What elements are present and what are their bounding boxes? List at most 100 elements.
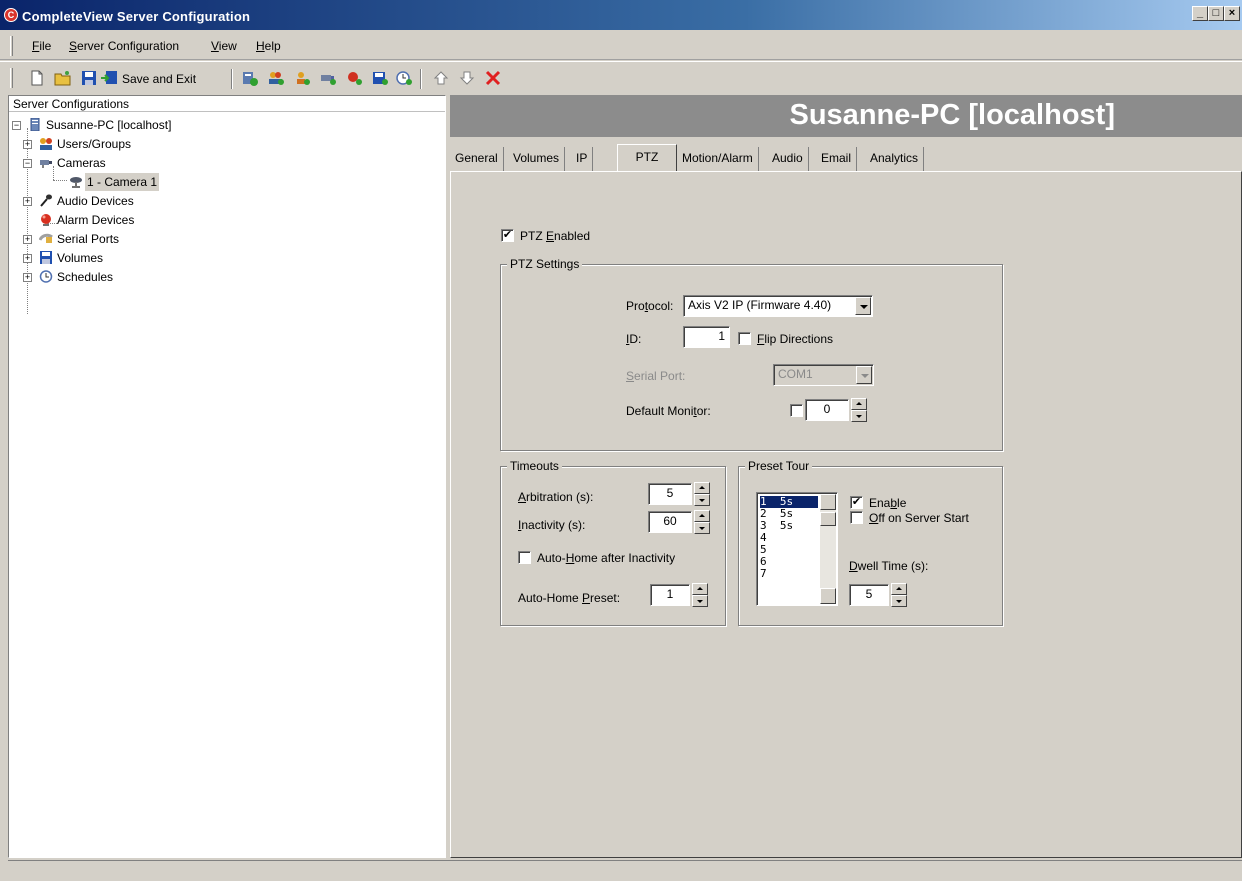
add-server-icon[interactable] [241,70,259,86]
arbitration-label: Arbitration (s): [518,490,594,504]
tree-node-audio-devices[interactable]: Audio Devices [57,192,134,210]
menu-server-configuration[interactable]: Server Configuration [69,39,179,53]
auto-home-checkbox[interactable] [518,551,531,564]
close-button[interactable]: × [1224,6,1240,21]
tab-ptz[interactable]: PTZ [617,144,677,172]
spin-down-icon[interactable] [891,595,907,607]
dwell-time-spinner[interactable] [891,583,907,607]
flip-directions-checkbox[interactable] [738,332,751,345]
scroll-thumb[interactable] [820,512,836,526]
tree-node-alarm-devices[interactable]: Alarm Devices [57,211,134,229]
id-input[interactable]: 1 [683,326,730,348]
toolbar-separator-2 [420,69,422,89]
toolbar-separator [231,69,233,89]
ptz-enabled-checkbox[interactable]: ✔ [501,229,514,242]
tree-node-server[interactable]: Susanne-PC [localhost] [46,116,171,134]
inactivity-input[interactable]: 60 [648,511,692,533]
move-down-icon[interactable] [458,70,476,86]
protocol-select[interactable]: Axis V2 IP (Firmware 4.40) [683,295,873,317]
default-monitor-checkbox[interactable] [790,404,803,417]
dwell-time-label: Dwell Time (s): [849,559,929,573]
add-alarm-icon[interactable] [345,70,363,86]
add-camera-icon[interactable] [319,70,337,86]
tab-analytics[interactable]: Analytics [865,147,925,171]
ptz-settings-title: PTZ Settings [507,257,583,271]
toolbar: Save and Exit [0,61,1242,93]
expand-cameras-toggle[interactable]: − [23,159,32,168]
tab-motion-alarm[interactable]: Motion/Alarm [677,147,759,171]
serial-port-label: Serial Port: [626,369,686,383]
save-icon[interactable] [80,70,98,86]
list-item[interactable]: 7 [760,568,767,580]
spin-up-icon[interactable] [891,583,907,595]
tree-node-schedules[interactable]: Schedules [57,268,113,286]
spin-up-icon[interactable] [851,398,867,410]
auto-home-preset-input[interactable]: 1 [650,584,690,606]
server-header-banner: Susanne-PC [localhost] [450,95,1242,137]
expand-root-toggle[interactable]: − [12,121,21,130]
server-tree-panel: Server Configurations − Susanne-PC [loca… [8,95,446,858]
serial-port-icon [39,233,53,243]
schedules-icon [39,270,53,283]
add-schedule-icon[interactable] [395,70,413,86]
save-and-exit-button[interactable]: Save and Exit [122,72,196,86]
minimize-button[interactable]: _ [1192,6,1208,21]
menu-file[interactable]: File [32,39,51,53]
expand-volumes-toggle[interactable]: + [23,254,32,263]
spin-down-icon[interactable] [851,410,867,422]
move-up-icon[interactable] [432,70,450,86]
save-and-exit-icon[interactable] [100,70,118,86]
tree-node-cameras[interactable]: Cameras [57,154,106,172]
chevron-down-icon[interactable] [855,297,871,315]
spin-down-icon[interactable] [694,522,710,534]
default-monitor-input[interactable]: 0 [805,399,849,421]
new-icon[interactable] [28,70,46,86]
status-bar [8,860,1242,881]
add-user-icon[interactable] [293,70,311,86]
expand-serial-toggle[interactable]: + [23,235,32,244]
off-on-server-start-checkbox[interactable] [850,511,863,524]
tab-email[interactable]: Email [816,147,858,171]
menu-help[interactable]: Help [256,39,281,53]
spin-down-icon[interactable] [692,595,708,607]
tree-node-users-groups[interactable]: Users/Groups [57,135,131,153]
tab-volumes[interactable]: Volumes [508,147,566,171]
default-monitor-label: Default Monitor: [626,404,711,418]
tree-node-serial-ports[interactable]: Serial Ports [57,230,119,248]
spin-up-icon[interactable] [694,482,710,494]
arbitration-spinner[interactable] [694,482,710,506]
tab-general[interactable]: General [450,147,504,171]
add-volume-icon[interactable] [371,70,389,86]
delete-icon[interactable] [484,70,502,86]
tab-ip[interactable]: IP [571,147,594,171]
default-monitor-spinner[interactable] [851,398,867,422]
scroll-down-icon[interactable] [820,588,836,604]
expand-users-toggle[interactable]: + [23,140,32,149]
menu-view[interactable]: View [211,39,237,53]
tree-node-volumes[interactable]: Volumes [57,249,103,267]
preset-enable-checkbox[interactable]: ✔ [850,496,863,509]
protocol-value: Axis V2 IP (Firmware 4.40) [688,298,832,312]
menubar-grip [10,36,13,56]
add-users-icon[interactable] [267,70,285,86]
scroll-up-icon[interactable] [820,494,836,510]
arbitration-input[interactable]: 5 [648,483,692,505]
preset-tour-group: Preset Tour 1 5s 2 5s 3 5s 4 5 6 7 ✔ Ena… [738,459,1003,626]
expand-schedules-toggle[interactable]: + [23,273,32,282]
off-on-server-start-label: Off on Server Start [869,511,969,525]
tab-audio[interactable]: Audio [767,147,809,171]
preset-tour-list[interactable]: 1 5s 2 5s 3 5s 4 5 6 7 [756,492,838,606]
spin-down-icon[interactable] [694,494,710,506]
spin-up-icon[interactable] [692,583,708,595]
inactivity-spinner[interactable] [694,510,710,534]
tree-node-camera-1[interactable]: 1 - Camera 1 [85,173,160,191]
spin-up-icon[interactable] [694,510,710,522]
ptz-settings-group: PTZ Settings Protocol: Axis V2 IP (Firmw… [500,257,1003,451]
expand-audio-toggle[interactable]: + [23,197,32,206]
auto-home-preset-spinner[interactable] [692,583,708,607]
maximize-button[interactable]: □ [1208,6,1224,21]
open-icon[interactable] [54,70,72,86]
dwell-time-input[interactable]: 5 [849,584,889,606]
list-scrollbar[interactable] [820,494,836,604]
menu-bar: File Server Configuration View Help [0,30,1242,60]
